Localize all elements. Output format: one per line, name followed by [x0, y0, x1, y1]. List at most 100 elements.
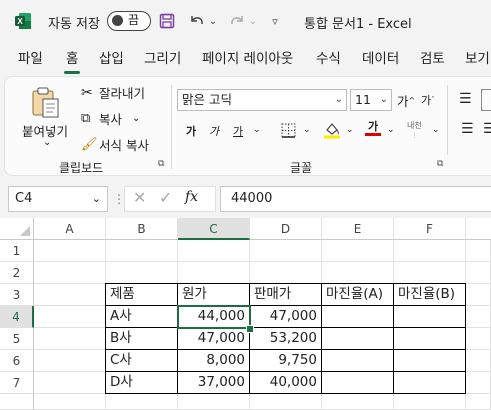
- redo-dropdown-icon[interactable]: ⌄: [247, 11, 259, 31]
- copy-button[interactable]: ⧉ 복사 ⌄: [81, 109, 140, 128]
- borders-icon[interactable]: [281, 123, 296, 138]
- grid-cell[interactable]: [322, 394, 394, 410]
- redo-icon[interactable]: [226, 11, 248, 31]
- grid-cell[interactable]: [466, 328, 491, 350]
- font-name-select[interactable]: 맑은 고딕 ⌄: [177, 89, 347, 111]
- column-header-e[interactable]: E: [322, 218, 394, 240]
- grid-cell[interactable]: [34, 306, 106, 328]
- customize-toolbar-icon[interactable]: ▿: [268, 11, 282, 31]
- format-painter-button[interactable]: 🖌 서식 복사: [81, 135, 149, 154]
- table-header-cell[interactable]: 마진율(B): [394, 284, 466, 306]
- save-icon[interactable]: [158, 11, 176, 31]
- borders-dropdown-icon[interactable]: ⌄: [303, 125, 311, 135]
- table-cell[interactable]: C사: [106, 350, 178, 372]
- grid-cell[interactable]: [34, 262, 106, 284]
- tab-view[interactable]: 보기: [465, 48, 490, 74]
- table-header-cell[interactable]: 판매가: [250, 284, 322, 306]
- row-header-3[interactable]: 3: [0, 284, 34, 306]
- table-cell[interactable]: 37,000: [178, 372, 250, 394]
- table-cell[interactable]: 47,000: [178, 328, 250, 350]
- table-cell[interactable]: A사: [106, 306, 178, 328]
- bold-button[interactable]: 가: [186, 123, 196, 139]
- table-cell[interactable]: 40,000: [250, 372, 322, 394]
- grid-cell[interactable]: [34, 328, 106, 350]
- grid-cell[interactable]: [250, 262, 322, 284]
- row-header-5[interactable]: 5: [0, 328, 34, 350]
- grid-cell[interactable]: [106, 394, 178, 410]
- undo-dropdown-icon[interactable]: ⌄: [207, 11, 219, 31]
- table-header-cell[interactable]: 마진율(A): [322, 284, 394, 306]
- table-cell[interactable]: [322, 350, 394, 372]
- grid-cell[interactable]: [250, 394, 322, 410]
- shrink-font-button[interactable]: 가ˇ: [421, 92, 435, 108]
- table-cell[interactable]: [394, 306, 466, 328]
- row-header-1[interactable]: 1: [0, 240, 34, 262]
- copy-dropdown-icon[interactable]: ⌄: [132, 113, 140, 124]
- table-cell[interactable]: 44,000: [178, 306, 250, 328]
- tab-review[interactable]: 검토: [420, 48, 445, 74]
- grid-cell[interactable]: [394, 240, 466, 262]
- worksheet-grid[interactable]: A B C D E F 1 2 3 4 5 6 7 제품 원가 판매가 마진율(…: [0, 218, 491, 410]
- grid-cell[interactable]: [34, 284, 106, 306]
- tab-page-layout[interactable]: 페이지 레이아웃: [202, 48, 293, 74]
- column-header-c[interactable]: C: [178, 218, 250, 240]
- tab-insert[interactable]: 삽입: [99, 48, 124, 74]
- grid-cell[interactable]: [466, 240, 491, 262]
- tab-formulas[interactable]: 수식: [316, 48, 341, 74]
- table-cell[interactable]: [322, 328, 394, 350]
- grid-cell[interactable]: [106, 262, 178, 284]
- grid-cell[interactable]: [178, 394, 250, 410]
- table-cell[interactable]: 8,000: [178, 350, 250, 372]
- column-header-partial[interactable]: [466, 218, 491, 240]
- grid-cell[interactable]: [394, 394, 466, 410]
- insert-function-icon[interactable]: fx: [185, 189, 198, 205]
- column-header-f[interactable]: F: [394, 218, 466, 240]
- row-header-6[interactable]: 6: [0, 350, 34, 372]
- font-launcher-icon[interactable]: ⧉: [437, 159, 443, 169]
- table-cell[interactable]: 47,000: [250, 306, 322, 328]
- table-cell[interactable]: D사: [106, 372, 178, 394]
- fill-color-dropdown-icon[interactable]: ⌄: [346, 125, 354, 135]
- tab-home[interactable]: 홈: [63, 48, 81, 74]
- cancel-icon[interactable]: ✕: [133, 188, 146, 207]
- table-cell[interactable]: [394, 350, 466, 372]
- clipboard-launcher-icon[interactable]: ⧉: [158, 159, 164, 169]
- grid-cell[interactable]: [178, 262, 250, 284]
- tab-draw[interactable]: 그리기: [144, 48, 181, 74]
- paste-dropdown-icon[interactable]: ⌄: [43, 137, 51, 148]
- grid-cell[interactable]: [34, 372, 106, 394]
- grid-cell[interactable]: [394, 262, 466, 284]
- phonetic-button[interactable]: 내천 ⫶: [407, 121, 422, 141]
- grid-cell[interactable]: [466, 306, 491, 328]
- grid-cell[interactable]: [34, 394, 106, 410]
- row-header-4[interactable]: 4: [0, 306, 34, 328]
- align-left-icon[interactable]: ☰: [461, 121, 474, 137]
- row-header-2[interactable]: 2: [0, 262, 34, 284]
- table-cell[interactable]: 53,200: [250, 328, 322, 350]
- confirm-icon[interactable]: ✓: [159, 188, 172, 207]
- grid-cell[interactable]: [466, 372, 491, 394]
- grid-cell[interactable]: [466, 350, 491, 372]
- grid-cell[interactable]: [466, 284, 491, 306]
- table-header-cell[interactable]: 원가: [178, 284, 250, 306]
- font-size-select[interactable]: 11 ⌄: [350, 89, 392, 111]
- paste-icon[interactable]: [31, 87, 61, 119]
- formula-input[interactable]: 44000: [220, 186, 491, 212]
- row-header-7[interactable]: 7: [0, 372, 34, 394]
- grid-cell[interactable]: [106, 240, 178, 262]
- autosave-toggle[interactable]: 끔: [107, 11, 151, 31]
- grid-cell[interactable]: [322, 240, 394, 262]
- align-top-icon[interactable]: ☰: [459, 91, 472, 107]
- table-header-cell[interactable]: 제품: [106, 284, 178, 306]
- cut-button[interactable]: ✂ 잘라내기: [81, 83, 145, 102]
- tab-file[interactable]: 파일: [18, 48, 43, 74]
- grid-cell[interactable]: [34, 350, 106, 372]
- font-color-button[interactable]: 가: [365, 120, 381, 136]
- text-direction-box[interactable]: [481, 89, 491, 111]
- underline-dropdown-icon[interactable]: ⌄: [253, 125, 261, 135]
- table-cell[interactable]: 9,750: [250, 350, 322, 372]
- table-cell[interactable]: [394, 372, 466, 394]
- grow-font-button[interactable]: 가 ^: [397, 91, 415, 110]
- select-all-corner[interactable]: [0, 218, 34, 240]
- underline-button[interactable]: 가: [233, 123, 243, 139]
